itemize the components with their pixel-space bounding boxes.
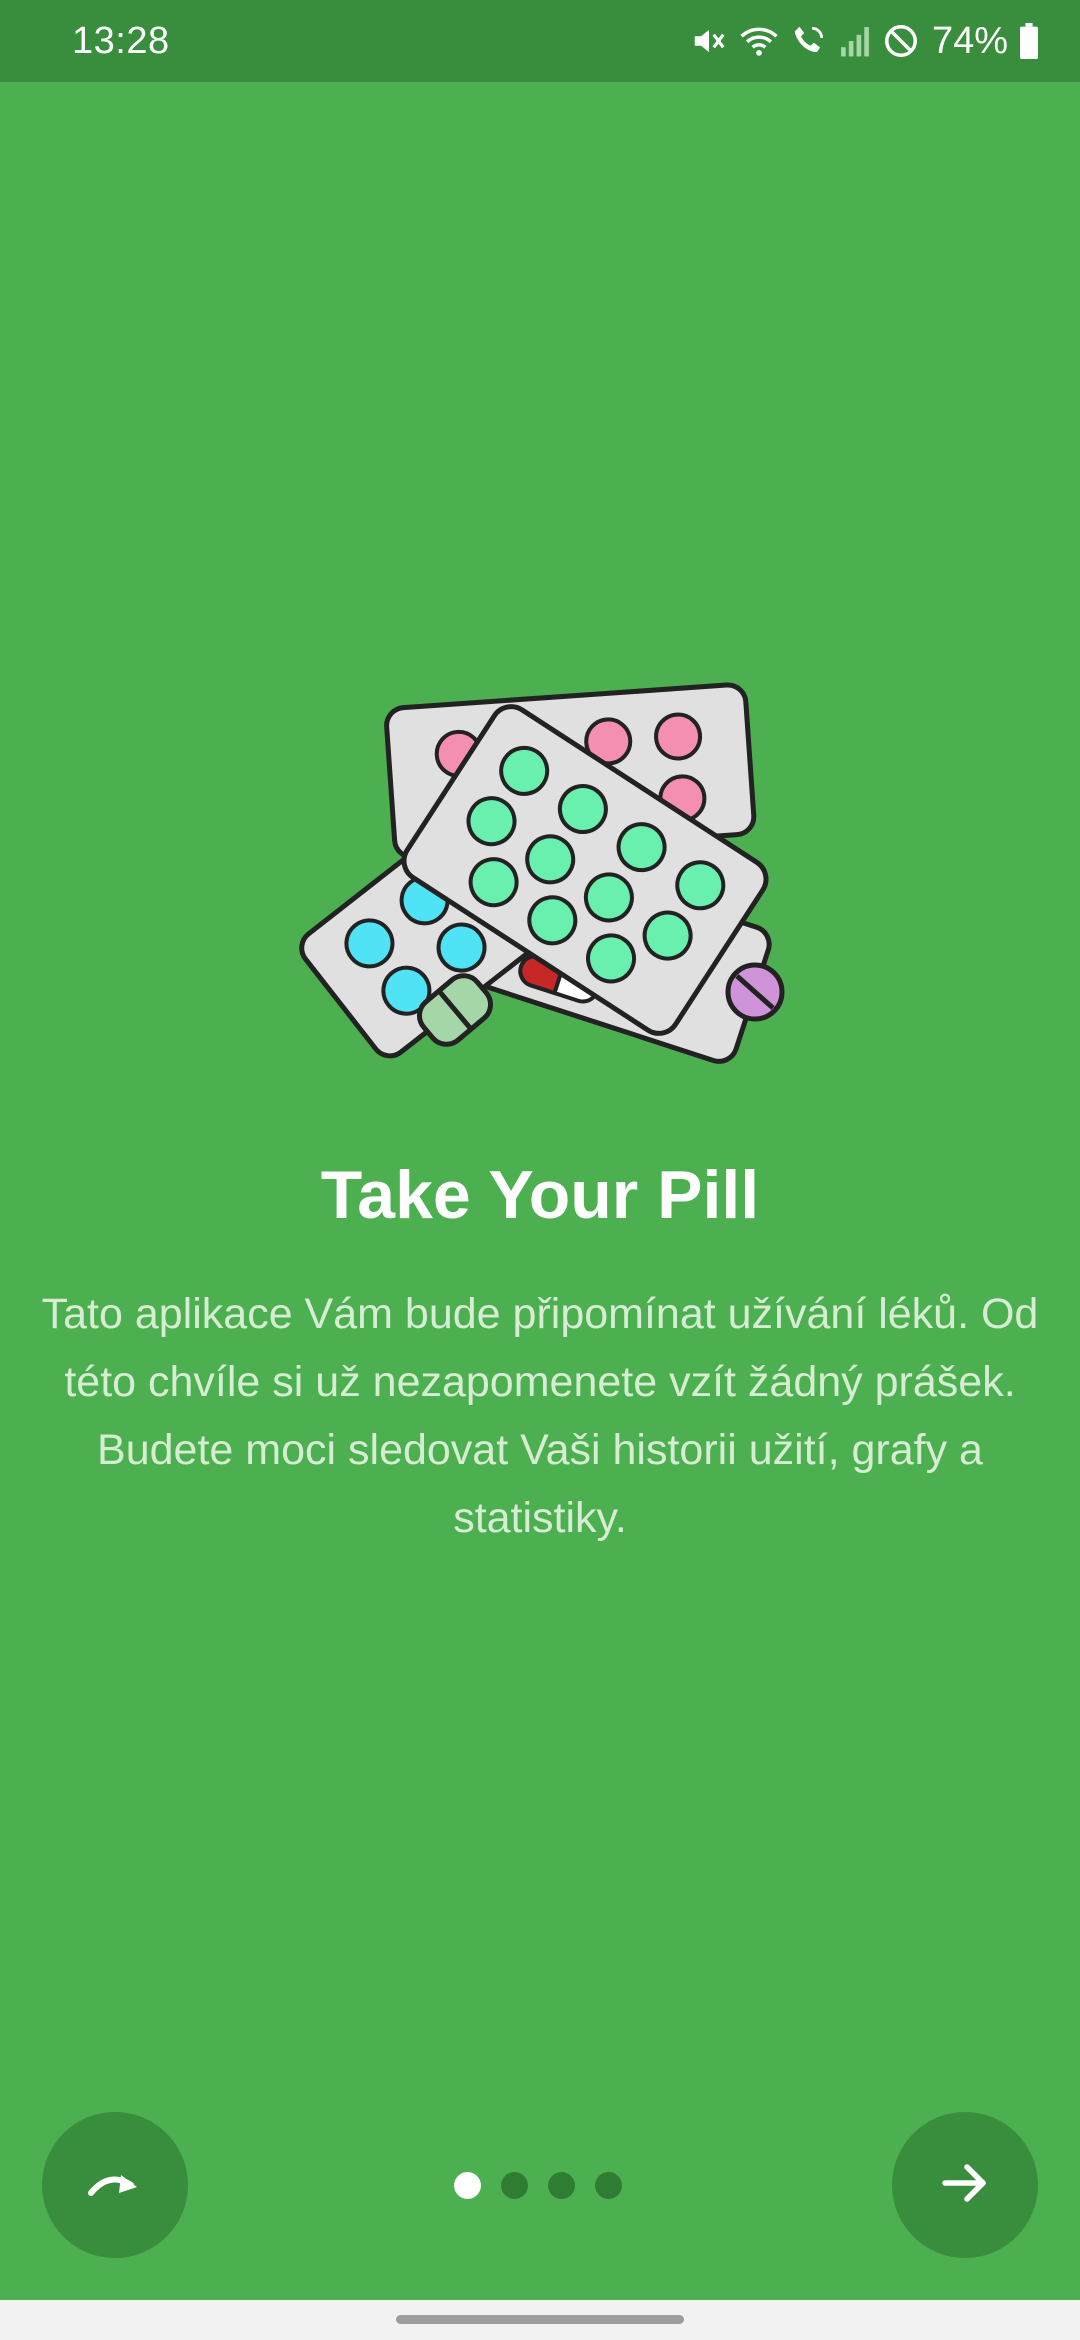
page-dot-1[interactable] [454, 2172, 481, 2199]
page-dot-4[interactable] [595, 2172, 622, 2199]
page-dot-3[interactable] [548, 2172, 575, 2199]
onboarding-screen: 13:28 74% Take Your Pill Tato aplikace V… [0, 0, 1080, 2340]
skip-icon [85, 2163, 145, 2208]
home-gesture-handle[interactable] [396, 2315, 684, 2324]
wifi-icon [738, 22, 780, 60]
status-time: 13:28 [72, 20, 170, 62]
battery-icon [1018, 23, 1040, 59]
status-bar: 13:28 74% [0, 0, 1080, 82]
onboarding-title: Take Your Pill [320, 1157, 760, 1233]
pill-blister-packs-illustration [270, 680, 810, 1080]
arrow-right-icon [939, 2157, 991, 2214]
wifi-calling-icon [790, 22, 828, 60]
skip-button[interactable] [42, 2112, 188, 2258]
system-navigation-bar [0, 2300, 1080, 2340]
do-not-disturb-icon [882, 22, 920, 60]
next-button[interactable] [892, 2112, 1038, 2258]
signal-icon [838, 22, 872, 60]
status-icons: 74% [690, 16, 1040, 66]
page-indicator [454, 2172, 622, 2199]
mute-icon [690, 22, 728, 60]
battery-percentage: 74% [931, 20, 1008, 62]
page-dot-2[interactable] [501, 2172, 528, 2199]
onboarding-description: Tato aplikace Vám bude připomínat užíván… [41, 1290, 1039, 1542]
